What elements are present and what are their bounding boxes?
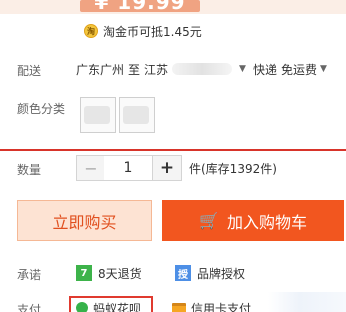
- quantity-label: 数量: [17, 163, 42, 177]
- shipping-row: 广东广州 至 江苏 ▼ 快递 免运费 ▼: [76, 60, 334, 78]
- ship-address-blur: [172, 63, 233, 75]
- coin-discount-text: 淘金币可抵1.45元: [103, 24, 202, 39]
- add-to-cart-button[interactable]: 🛒 加入购物车: [162, 200, 344, 241]
- buy-now-button[interactable]: 立即购买: [17, 200, 152, 241]
- chevron-down-icon[interactable]: ▼: [239, 64, 246, 74]
- payment-credit-card[interactable]: 信用卡支付: [172, 300, 251, 312]
- promise-label: 承诺: [17, 268, 42, 282]
- color-label: 颜色分类: [17, 102, 66, 116]
- return-badge-icon: 7: [76, 265, 92, 281]
- quantity-input[interactable]: 1: [104, 155, 152, 181]
- credit-card-icon: [172, 303, 186, 312]
- quantity-minus-button[interactable]: −: [76, 155, 106, 181]
- coin-icon: 淘: [84, 24, 98, 38]
- swatch-image: [84, 106, 110, 124]
- authorized-badge-icon: 授: [175, 265, 191, 281]
- promise-authorized-item[interactable]: 授 品牌授权: [175, 263, 245, 283]
- taobao-coin-row: 淘 淘金币可抵1.45元: [84, 21, 202, 41]
- ship-from: 广东广州: [76, 62, 125, 77]
- payment-huabei[interactable]: 蚂蚁花呗: [76, 300, 141, 312]
- quantity-plus-button[interactable]: +: [152, 155, 182, 181]
- promise-return-item[interactable]: 7 8天退货: [76, 263, 142, 283]
- chevron-down-icon[interactable]: ▼: [320, 64, 327, 74]
- watermark-fade: [268, 292, 346, 312]
- red-divider: [0, 149, 346, 151]
- price-badge: ¥ 19.99: [80, 0, 200, 12]
- price-text: ¥ 19.99: [94, 0, 186, 12]
- payment-credit-card-text: 信用卡支付: [191, 301, 252, 312]
- payment-huabei-text: 蚂蚁花呗: [93, 301, 142, 312]
- ant-huabei-icon: [76, 302, 88, 312]
- swatch-image: [123, 106, 149, 124]
- promise-return-text: 8天退货: [98, 266, 142, 281]
- ship-method[interactable]: 快递: [253, 61, 277, 78]
- ship-to-prefix: 至: [128, 62, 141, 77]
- price-strip: ¥ 19.99: [0, 0, 346, 14]
- cart-icon: 🛒: [199, 211, 219, 230]
- color-swatch[interactable]: [119, 97, 155, 133]
- product-purchase-panel: ¥ 19.99 淘 淘金币可抵1.45元 配送 广东广州 至 江苏 ▼ 快递 免…: [0, 0, 346, 312]
- ship-to-region[interactable]: 江苏: [144, 61, 168, 78]
- shipping-label: 配送: [17, 64, 42, 78]
- payment-label: 支付: [17, 303, 42, 312]
- add-to-cart-label: 加入购物车: [226, 212, 307, 232]
- promise-authorized-text: 品牌授权: [197, 266, 246, 281]
- color-swatch[interactable]: [80, 97, 116, 133]
- stock-text: 件(库存1392件): [189, 162, 277, 176]
- ship-fee: 免运费: [280, 62, 317, 77]
